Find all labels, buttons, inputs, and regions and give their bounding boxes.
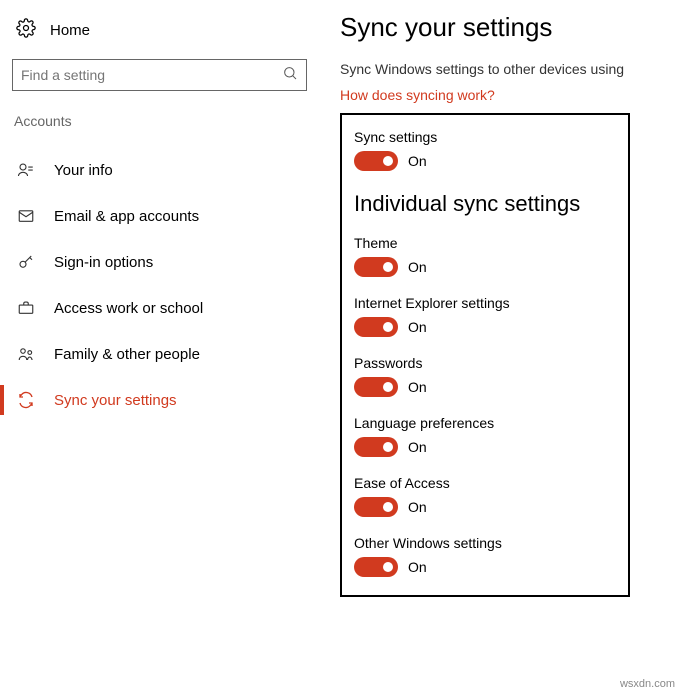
briefcase-icon (16, 299, 36, 317)
passwords-toggle-row: On (354, 377, 616, 397)
home-button[interactable]: Home (12, 18, 340, 43)
toggle-state: On (408, 559, 427, 575)
toggle-state: On (408, 439, 427, 455)
sidebar-item-signin[interactable]: Sign-in options (12, 239, 340, 285)
sidebar-item-family[interactable]: Family & other people (12, 331, 340, 377)
sidebar-item-your-info[interactable]: Your info (12, 147, 340, 193)
ease-toggle[interactable] (354, 497, 398, 517)
home-label: Home (50, 22, 90, 39)
sidebar-item-label: Access work or school (54, 300, 203, 317)
sync-settings-toggle[interactable] (354, 151, 398, 171)
sidebar-item-sync[interactable]: Sync your settings (12, 377, 340, 423)
toggle-state: On (408, 153, 427, 169)
other-toggle[interactable] (354, 557, 398, 577)
sync-settings-toggle-row: On (354, 151, 616, 171)
ease-toggle-row: On (354, 497, 616, 517)
page-title: Sync your settings (340, 12, 681, 43)
search-icon (282, 65, 298, 86)
passwords-label: Passwords (354, 355, 616, 371)
other-toggle-row: On (354, 557, 616, 577)
other-label: Other Windows settings (354, 535, 616, 551)
main-content: Sync your settings Sync Windows settings… (340, 0, 681, 694)
sidebar-item-label: Sign-in options (54, 254, 153, 271)
how-syncing-works-link[interactable]: How does syncing work? (340, 87, 495, 103)
language-toggle[interactable] (354, 437, 398, 457)
individual-section-title: Individual sync settings (354, 191, 616, 217)
toggle-state: On (408, 259, 427, 275)
ie-toggle[interactable] (354, 317, 398, 337)
ease-label: Ease of Access (354, 475, 616, 491)
sidebar-item-label: Sync your settings (54, 392, 177, 409)
page-subtitle: Sync Windows settings to other devices u… (340, 61, 681, 77)
theme-label: Theme (354, 235, 616, 251)
sidebar: Home Accounts Your info Email & (0, 0, 340, 694)
ie-label: Internet Explorer settings (354, 295, 616, 311)
sidebar-item-work[interactable]: Access work or school (12, 285, 340, 331)
language-toggle-row: On (354, 437, 616, 457)
language-label: Language preferences (354, 415, 616, 431)
gear-icon (16, 18, 36, 43)
mail-icon (16, 207, 36, 225)
nav-list: Your info Email & app accounts Sign-in o… (12, 147, 340, 423)
people-icon (16, 345, 36, 363)
sidebar-item-email[interactable]: Email & app accounts (12, 193, 340, 239)
sync-settings-label: Sync settings (354, 129, 616, 145)
search-box[interactable] (12, 59, 307, 91)
theme-toggle[interactable] (354, 257, 398, 277)
ie-toggle-row: On (354, 317, 616, 337)
sidebar-item-label: Email & app accounts (54, 208, 199, 225)
watermark: wsxdn.com (620, 678, 675, 690)
sidebar-item-label: Family & other people (54, 346, 200, 363)
user-icon (16, 161, 36, 179)
toggle-state: On (408, 379, 427, 395)
passwords-toggle[interactable] (354, 377, 398, 397)
search-input[interactable] (21, 67, 282, 83)
category-label: Accounts (12, 113, 340, 129)
theme-toggle-row: On (354, 257, 616, 277)
key-icon (16, 253, 36, 271)
toggle-state: On (408, 499, 427, 515)
sync-settings-panel: Sync settings On Individual sync setting… (340, 113, 630, 597)
sidebar-item-label: Your info (54, 162, 113, 179)
sync-icon (16, 391, 36, 409)
toggle-state: On (408, 319, 427, 335)
